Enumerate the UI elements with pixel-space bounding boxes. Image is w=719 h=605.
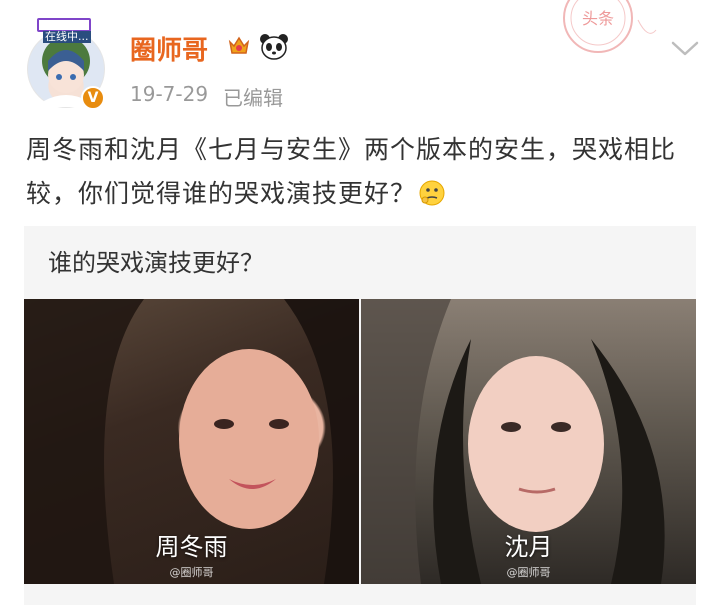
poll-option-left[interactable]: 周冬雨 @圈师哥 [24, 299, 359, 584]
verified-badge-icon: V [81, 86, 105, 110]
option-label-left: 周冬雨 [155, 533, 228, 561]
author-name[interactable]: 圈师哥 [130, 30, 208, 67]
option-label-right: 沈月 [504, 533, 553, 561]
online-status-label: 在线中... [43, 30, 91, 43]
crown-icon [228, 36, 250, 54]
author-avatar[interactable]: 在线中... V [27, 18, 105, 110]
watermark-left: @圈师哥 [169, 566, 214, 579]
post-text: 周冬雨和沈月《七月与安生》两个版本的安生，哭戏相比较，你们觉得谁的哭戏演技更好？ [26, 135, 677, 208]
post-date: 19-7-29 [130, 82, 209, 106]
watermark-right: @圈师哥 [506, 566, 551, 579]
headline-stamp-icon: 头条 [563, 0, 657, 53]
edited-label[interactable]: 已编辑 [223, 82, 283, 111]
panda-icon [260, 34, 288, 60]
post-body: 周冬雨和沈月《七月与安生》两个版本的安生，哭戏相比较，你们觉得谁的哭戏演技更好？ [26, 128, 696, 216]
poll-card-footer [24, 586, 696, 605]
stamp-text: 头条 [582, 9, 614, 28]
thinking-emoji-icon [419, 180, 445, 206]
poll-option-right[interactable]: 沈月 @圈师哥 [361, 299, 696, 584]
poll-question: 谁的哭戏演技更好？ [48, 249, 264, 277]
chevron-down-icon[interactable] [670, 38, 700, 58]
